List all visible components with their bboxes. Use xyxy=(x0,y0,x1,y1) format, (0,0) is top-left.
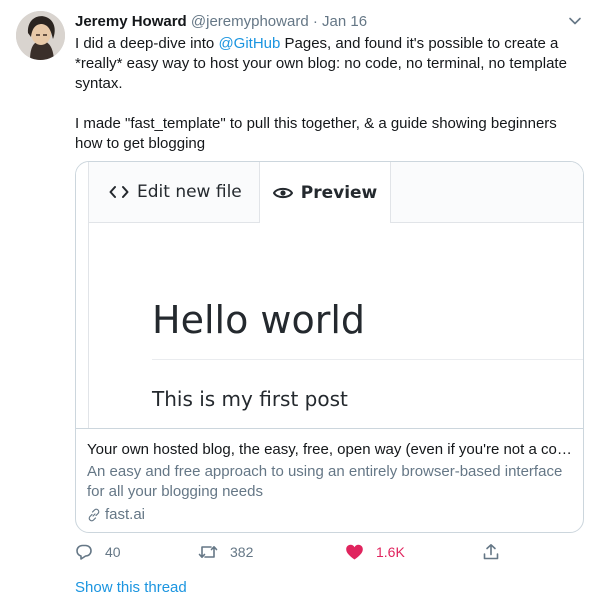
tweet-date[interactable]: Jan 16 xyxy=(322,13,367,30)
card-domain-text: fast.ai xyxy=(105,506,146,523)
link-icon xyxy=(88,508,100,522)
reply-button[interactable]: 40 xyxy=(75,540,121,564)
avatar-image xyxy=(16,11,65,60)
code-icon xyxy=(109,184,129,200)
heart-icon xyxy=(346,544,363,560)
retweet-count: 382 xyxy=(230,544,254,560)
tweet-text-part1: I did a deep-dive into xyxy=(75,35,219,52)
chevron-down-icon[interactable] xyxy=(568,14,582,28)
separator-dot: · xyxy=(312,13,318,30)
show-thread-link[interactable]: Show this thread xyxy=(75,578,187,598)
author-name[interactable]: Jeremy Howard xyxy=(75,13,187,30)
tab-preview: Preview xyxy=(259,162,391,223)
card-image: Edit new file Preview Hello world This i… xyxy=(76,162,583,428)
tweet-header: Jeremy Howard @jeremyphoward · Jan 16 xyxy=(75,12,586,32)
tab-edit-file: Edit new file xyxy=(109,162,242,222)
tweet-text-part2: Pages, and found it's possible to create… xyxy=(75,35,567,152)
retweet-icon xyxy=(198,546,218,558)
page-border xyxy=(88,222,89,428)
link-card[interactable]: Edit new file Preview Hello world This i… xyxy=(75,161,584,533)
tweet-actions: 40 382 1.6K xyxy=(75,540,505,564)
tweet-text: I did a deep-dive into @GitHub Pages, an… xyxy=(75,34,580,154)
share-button[interactable] xyxy=(482,540,512,564)
reply-count: 40 xyxy=(105,544,121,560)
eye-icon xyxy=(272,186,293,200)
heading-rule xyxy=(152,359,583,360)
like-button[interactable]: 1.6K xyxy=(345,540,405,564)
card-domain: fast.ai xyxy=(87,505,145,525)
author-handle[interactable]: @jeremyphoward xyxy=(191,13,309,30)
retweet-button[interactable]: 382 xyxy=(198,540,253,564)
tab-preview-label: Preview xyxy=(300,182,378,203)
share-icon xyxy=(483,544,499,560)
editor-tabs: Edit new file Preview xyxy=(88,162,583,223)
card-title: Your own hosted blog, the easy, free, op… xyxy=(87,441,575,458)
mention-link[interactable]: @GitHub xyxy=(218,35,280,52)
card-description: An easy and free approach to using an en… xyxy=(87,463,563,500)
avatar[interactable] xyxy=(16,11,65,60)
like-count: 1.6K xyxy=(376,544,405,560)
preview-paragraph: This is my first post xyxy=(152,387,348,411)
card-info: Your own hosted blog, the easy, free, op… xyxy=(76,428,583,532)
tab-edit-label: Edit new file xyxy=(137,182,242,202)
preview-heading: Hello world xyxy=(152,298,366,342)
tweet[interactable]: Jeremy Howard @jeremyphoward · Jan 16 I … xyxy=(0,0,602,605)
reply-icon xyxy=(76,544,92,560)
